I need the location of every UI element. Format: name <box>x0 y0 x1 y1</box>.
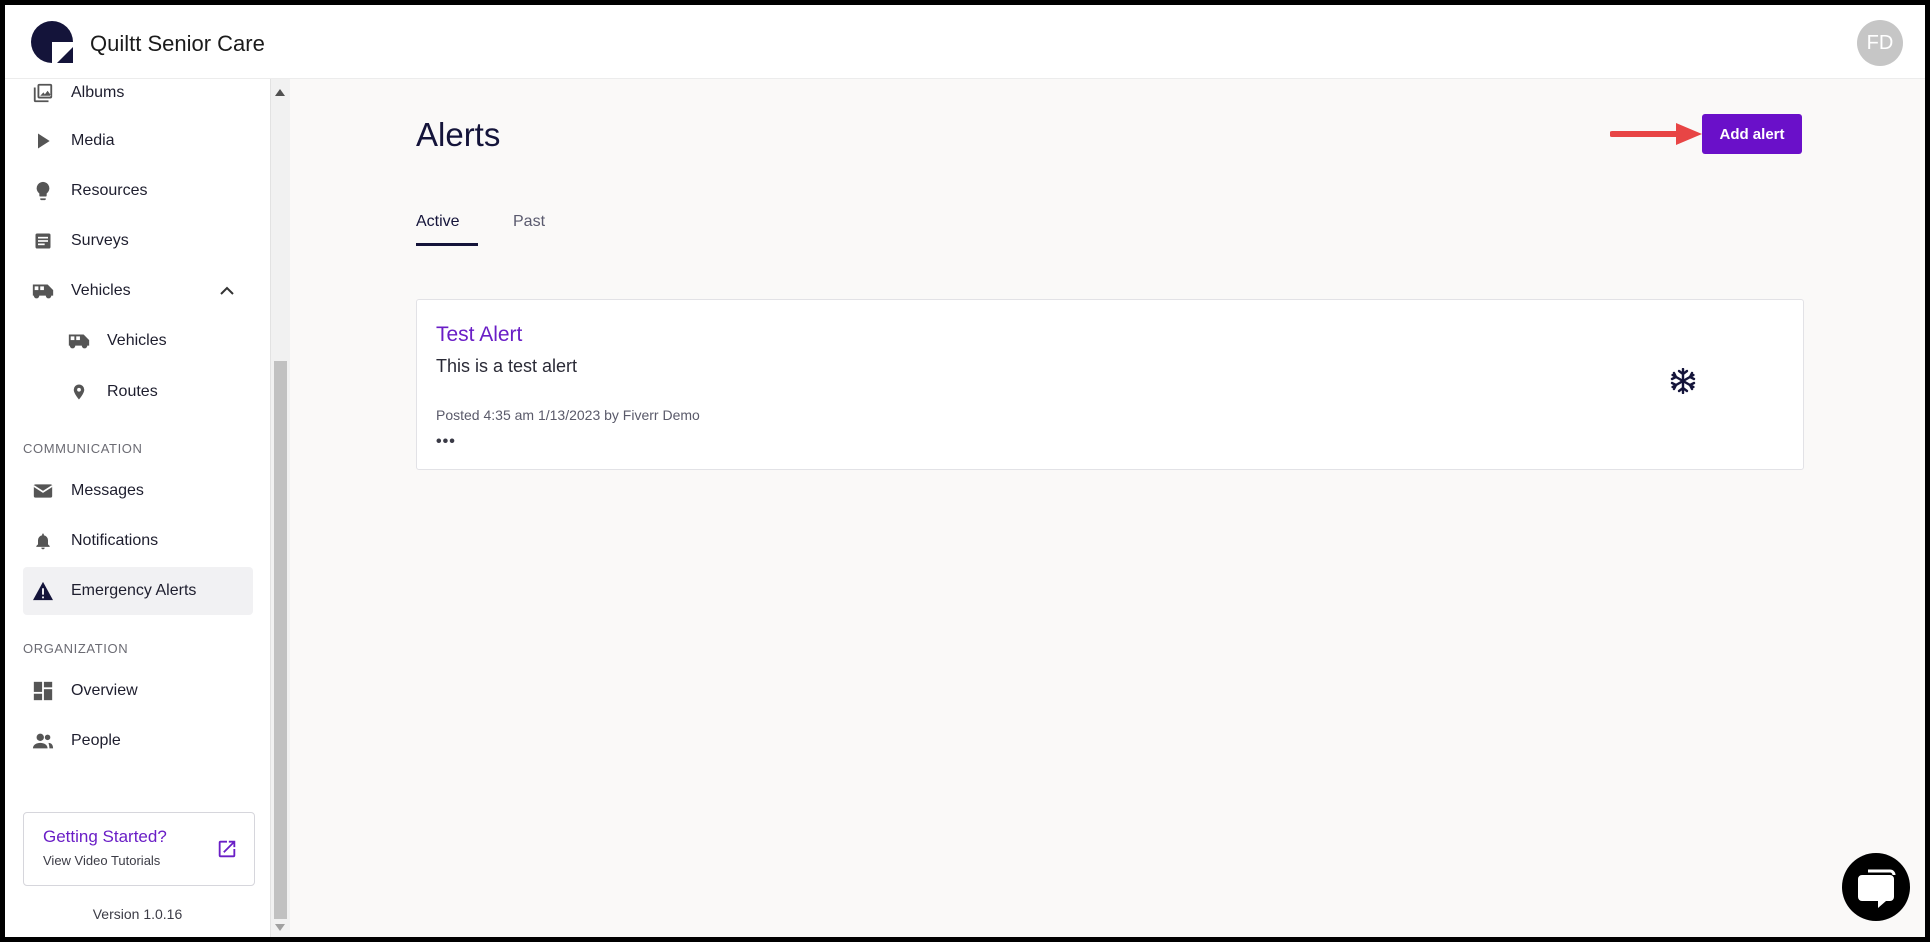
bell-icon <box>31 529 55 553</box>
sidebar-item-label: Albums <box>71 84 125 101</box>
bus-icon <box>31 279 55 303</box>
scroll-down-arrow[interactable] <box>275 924 285 931</box>
alert-title[interactable]: Test Alert <box>436 323 522 347</box>
alert-meta: Posted 4:35 am 1/13/2023 by Fiverr Demo <box>436 407 700 423</box>
quiltt-logo[interactable] <box>31 21 73 63</box>
app-window: Quiltt Senior Care FD Albums Media Resou… <box>5 5 1925 937</box>
sidebar-item-media[interactable]: Media <box>23 117 253 165</box>
chat-bubble-icon <box>1858 869 1896 908</box>
sidebar-item-label: Routes <box>107 383 158 400</box>
sidebar-item-albums[interactable]: Albums <box>23 69 253 117</box>
sidebar-item-label: Surveys <box>71 232 129 249</box>
page-title: Alerts <box>416 116 501 153</box>
image-icon <box>31 81 55 105</box>
sidebar-item-label: Media <box>71 132 115 149</box>
sidebar-item-resources[interactable]: Resources <box>23 167 253 215</box>
sidebar-item-messages[interactable]: Messages <box>23 467 253 515</box>
sidebar-item-label: Messages <box>71 482 144 499</box>
warning-icon <box>31 579 55 603</box>
survey-icon <box>31 229 55 253</box>
app-title: Quiltt Senior Care <box>90 31 265 56</box>
sidebar-scrollbar[interactable] <box>270 79 290 937</box>
chat-button[interactable] <box>1842 853 1910 921</box>
sidebar-item-label: Notifications <box>71 532 159 549</box>
sidebar-item-routes[interactable]: Routes <box>23 368 253 416</box>
sidebar-item-vehicles[interactable]: Vehicles <box>23 317 253 365</box>
sidebar-item-label: Vehicles <box>71 282 131 299</box>
sidebar-item-label: Emergency Alerts <box>71 582 197 599</box>
top-bar: Quiltt Senior Care FD <box>5 5 1925 79</box>
scroll-thumb[interactable] <box>274 361 287 919</box>
sidebar-item-label: Vehicles <box>107 332 167 349</box>
tab-active[interactable]: Active <box>416 213 460 231</box>
sidebar: Albums Media Resources Surveys Vehicles <box>5 79 270 937</box>
section-label-communication: COMMUNICATION <box>23 441 143 456</box>
people-icon <box>31 729 55 753</box>
chevron-up-icon[interactable] <box>217 281 237 301</box>
sidebar-item-notifications[interactable]: Notifications <box>23 517 253 565</box>
snowflake-icon <box>1670 368 1696 394</box>
user-avatar[interactable]: FD <box>1857 20 1903 66</box>
envelope-icon <box>31 479 55 503</box>
external-link-icon[interactable] <box>216 838 238 860</box>
bus-icon <box>67 329 91 353</box>
scroll-up-arrow[interactable] <box>275 89 285 96</box>
sidebar-item-vehicles-group[interactable]: Vehicles <box>23 267 253 315</box>
location-pin-icon <box>67 380 91 404</box>
getting-started-subtitle: View Video Tutorials <box>43 853 161 868</box>
lightbulb-icon <box>31 179 55 203</box>
sidebar-item-label: Resources <box>71 182 148 199</box>
dashboard-icon <box>31 679 55 703</box>
alert-card[interactable]: Test Alert This is a test alert Posted 4… <box>416 299 1804 470</box>
version-label: Version 1.0.16 <box>92 906 183 922</box>
play-icon <box>31 129 55 153</box>
sidebar-item-overview[interactable]: Overview <box>23 667 253 715</box>
sidebar-item-label: People <box>71 732 121 749</box>
tab-past[interactable]: Past <box>513 213 545 231</box>
getting-started-title[interactable]: Getting Started? <box>43 827 167 847</box>
alert-description: This is a test alert <box>436 356 578 376</box>
more-options-icon[interactable]: ••• <box>436 433 456 451</box>
getting-started-card[interactable]: Getting Started? View Video Tutorials <box>23 812 255 886</box>
sidebar-item-surveys[interactable]: Surveys <box>23 217 253 265</box>
sidebar-item-people[interactable]: People <box>23 717 253 765</box>
sidebar-item-label: Overview <box>71 682 138 699</box>
annotation-arrow <box>1610 123 1702 145</box>
sidebar-item-emergency-alerts[interactable]: Emergency Alerts <box>23 567 253 615</box>
active-tab-indicator <box>416 243 478 246</box>
section-label-organization: ORGANIZATION <box>23 641 129 656</box>
add-alert-button[interactable]: Add alert <box>1702 114 1802 154</box>
